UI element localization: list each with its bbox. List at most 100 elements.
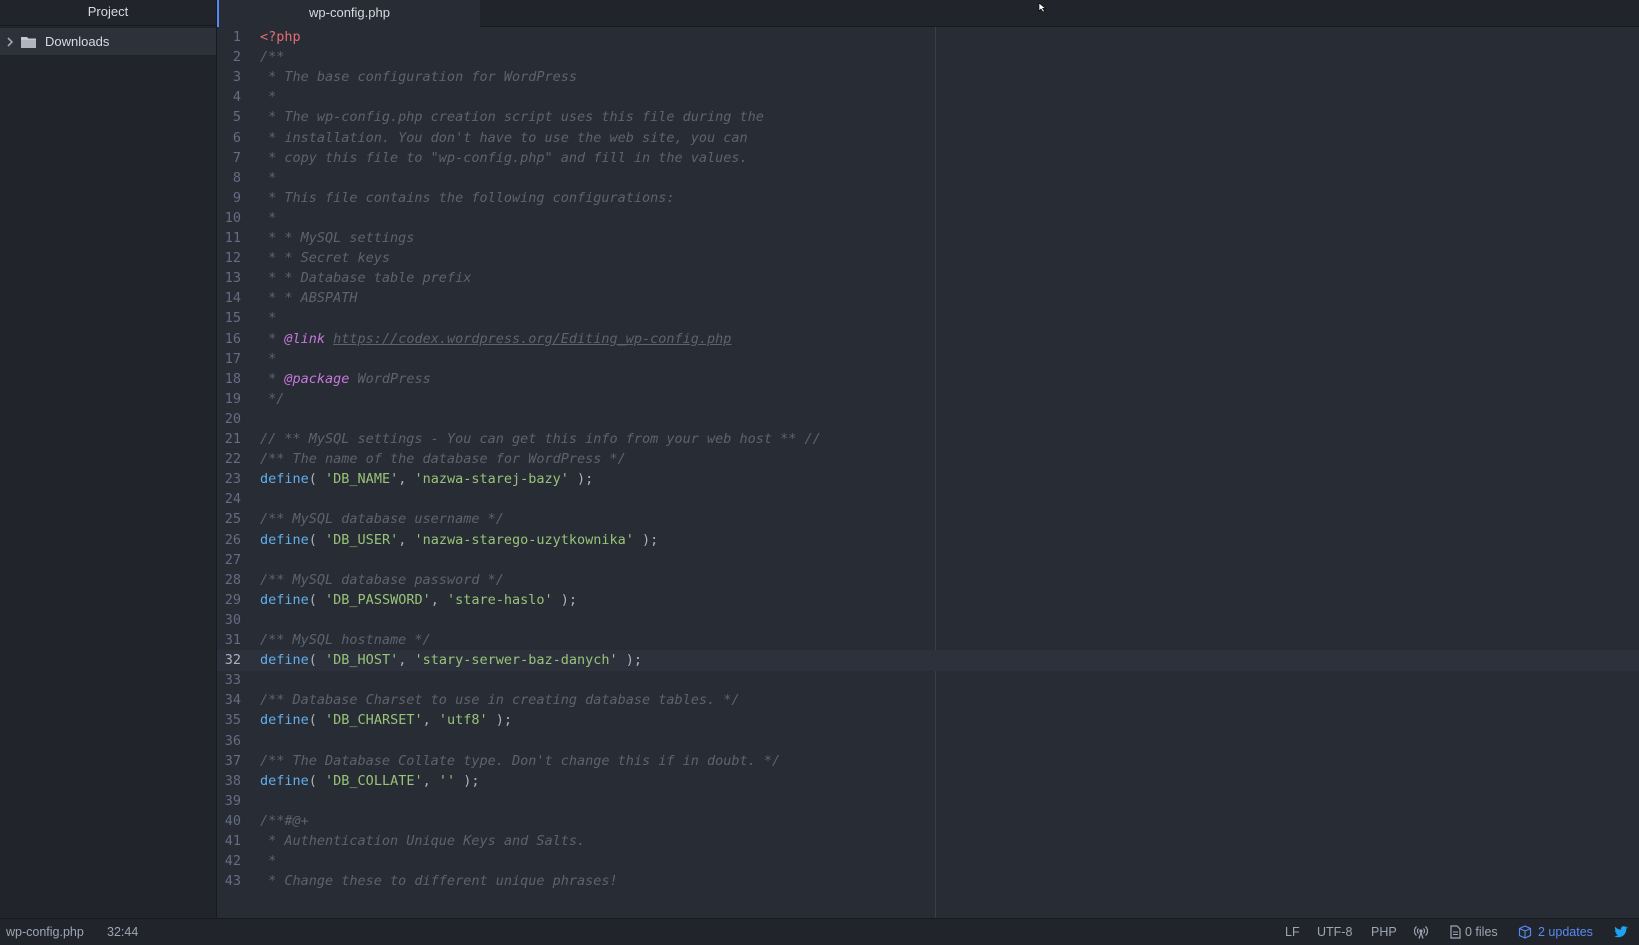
code-text[interactable]: * [260,349,276,370]
line-number[interactable]: 10 [217,208,241,229]
code-text[interactable]: * @link https://codex.wordpress.org/Edit… [260,329,731,350]
code-line[interactable]: 31 /** MySQL hostname */ [217,630,1639,651]
code-line[interactable]: 34 /** Database Charset to use in creatin… [217,690,1639,711]
code-text[interactable]: * Change these to different unique phras… [260,871,618,892]
line-number[interactable]: 2 [217,47,241,68]
line-number[interactable]: 3 [217,67,241,88]
line-number[interactable]: 19 [217,389,241,410]
code-text[interactable]: define( 'DB_PASSWORD', 'stare-haslo' ); [260,590,577,611]
code-line[interactable]: 43 * Change these to different unique ph… [217,871,1639,892]
line-number[interactable]: 33 [217,670,241,691]
code-line[interactable]: 3 * The base configuration for WordPress [217,67,1639,88]
code-editor[interactable]: 1 <?php 2/** 3 * The base configuration for… [217,27,1639,918]
line-number[interactable]: 40 [217,811,241,832]
code-text[interactable]: define( 'DB_CHARSET', 'utf8' ); [260,710,512,731]
code-line[interactable]: 37 /** The Database Collate type. Don't c… [217,751,1639,772]
file-diff-icon[interactable] [1448,925,1462,939]
line-number[interactable]: 15 [217,308,241,329]
chevron-right-icon[interactable] [3,35,17,49]
code-text[interactable]: define( 'DB_HOST', 'stary-serwer-baz-dan… [260,650,642,671]
code-line[interactable]: 41 * Authentication Unique Keys and Salt… [217,831,1639,852]
status-grammar[interactable]: PHP [1371,919,1397,945]
code-line[interactable]: 21 // ** MySQL settings - You can get thi… [217,429,1639,450]
tree-item-downloads[interactable]: Downloads [0,28,216,55]
line-number[interactable]: 14 [217,288,241,309]
code-line[interactable]: 10 * [217,208,1639,229]
code-text[interactable]: /** MySQL database password */ [260,570,504,591]
code-line[interactable]: 40 /**#@+ [217,811,1639,832]
code-line[interactable]: 7 * copy this file to "wp-config.php" an… [217,148,1639,169]
code-line[interactable]: 12 * * Secret keys [217,248,1639,269]
code-text[interactable]: * [260,208,276,229]
line-number[interactable]: 9 [217,188,241,209]
package-icon[interactable] [1518,925,1532,939]
code-line[interactable]: 14 * * ABSPATH [217,288,1639,309]
broadcast-icon[interactable] [1413,925,1429,939]
code-line[interactable]: 2 /** [217,47,1639,68]
code-text[interactable]: * @package WordPress [260,369,431,390]
code-line[interactable]: 36 [217,731,1639,752]
line-number[interactable]: 43 [217,871,241,892]
code-text[interactable]: * copy this file to "wp-config.php" and … [260,148,748,169]
code-text[interactable]: * [260,87,276,108]
code-line[interactable]: 35 define( 'DB_CHARSET', 'utf8' ); [217,710,1639,731]
code-line[interactable]: 17 * [217,349,1639,370]
line-number[interactable]: 8 [217,168,241,189]
code-line[interactable]: 28 /** MySQL database password */ [217,570,1639,591]
code-text[interactable]: * installation. You don't have to use th… [260,128,748,149]
code-line[interactable]: 11 * * MySQL settings [217,228,1639,249]
code-text[interactable]: /** The name of the database for WordPre… [260,449,626,470]
code-line[interactable]: 8 * [217,168,1639,189]
line-number[interactable]: 4 [217,87,241,108]
code-text[interactable]: // ** MySQL settings - You can get this … [260,429,821,450]
code-text[interactable]: * [260,168,276,189]
code-line[interactable]: 6 * installation. You don't have to use … [217,128,1639,149]
line-number[interactable]: 23 [217,469,241,490]
status-file-path[interactable]: wp-config.php [6,919,84,945]
code-text[interactable]: /** MySQL database username */ [260,509,504,530]
line-number[interactable]: 38 [217,771,241,792]
line-number[interactable]: 12 [217,248,241,269]
code-line[interactable]: 15 * [217,308,1639,329]
code-text[interactable]: * The base configuration for WordPress [260,67,577,88]
code-text[interactable]: define( 'DB_COLLATE', '' ); [260,771,480,792]
code-line[interactable]: 4 * [217,87,1639,108]
line-number[interactable]: 42 [217,851,241,872]
line-number[interactable]: 28 [217,570,241,591]
tab-wp-config[interactable]: wp-config.php [217,0,480,27]
code-line[interactable]: 29 define( 'DB_PASSWORD', 'stare-haslo' )… [217,590,1639,611]
code-text[interactable]: /** [260,47,284,68]
sidebar-header[interactable]: Project [0,0,216,26]
line-number[interactable]: 16 [217,329,241,350]
status-line-ending[interactable]: LF [1285,919,1300,945]
code-text[interactable]: * [260,851,276,872]
line-number[interactable]: 32 [217,650,241,671]
code-line[interactable]: 33 [217,670,1639,691]
line-number[interactable]: 25 [217,509,241,530]
code-line[interactable]: 30 [217,610,1639,631]
line-number[interactable]: 1 [217,27,241,48]
code-text[interactable]: * [260,308,276,329]
line-number[interactable]: 5 [217,107,241,128]
line-number[interactable]: 11 [217,228,241,249]
code-text[interactable]: * * Database table prefix [260,268,471,289]
line-number[interactable]: 37 [217,751,241,772]
status-updates[interactable]: 2 updates [1538,919,1593,945]
code-line[interactable]: 26 define( 'DB_USER', 'nazwa-starego-uzyt… [217,530,1639,551]
line-number[interactable]: 6 [217,128,241,149]
code-line[interactable]: 22 /** The name of the database for WordP… [217,449,1639,470]
code-line[interactable]: 1 <?php [217,27,1639,48]
line-number[interactable]: 24 [217,489,241,510]
status-cursor-position[interactable]: 32:44 [107,919,138,945]
line-number[interactable]: 7 [217,148,241,169]
code-line[interactable]: 38 define( 'DB_COLLATE', '' ); [217,771,1639,792]
code-line[interactable]: 39 [217,791,1639,812]
code-line[interactable]: 5 * The wp-config.php creation script us… [217,107,1639,128]
line-number[interactable]: 20 [217,409,241,430]
code-line[interactable]: 25 /** MySQL database username */ [217,509,1639,530]
line-number[interactable]: 36 [217,731,241,752]
line-number[interactable]: 27 [217,550,241,571]
code-line[interactable]: 20 [217,409,1639,430]
code-text[interactable]: define( 'DB_NAME', 'nazwa-starej-bazy' )… [260,469,593,490]
line-number[interactable]: 35 [217,710,241,731]
